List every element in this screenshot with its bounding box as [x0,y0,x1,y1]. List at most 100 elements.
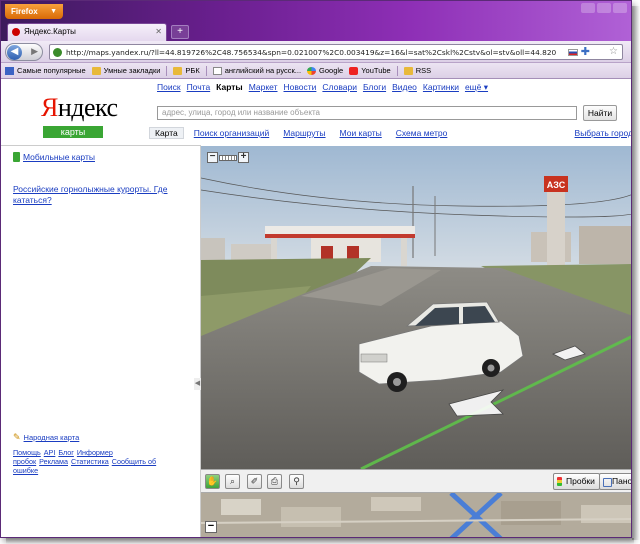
bookmark-label: Самые популярные [17,66,86,75]
people-map: ✎ Народная карта [13,432,79,443]
people-map-link[interactable]: Народная карта [24,433,80,442]
yandex-logo[interactable]: Яндекс [41,93,118,123]
forward-button[interactable]: ▶ [31,46,38,57]
footer-ads[interactable]: Реклама [39,457,68,466]
nav-search[interactable]: Поиск [157,82,181,93]
bookmark-rbc[interactable]: РБК [173,66,200,75]
browser-window: Firefox ▼ Яндекс.Карты ✕ + ◀ ▶ http://ma… [0,0,632,538]
street-panorama[interactable]: АЗС − + [201,146,631,469]
services-nav: Поиск Почта Карты Маркет Новости Словари… [157,82,488,93]
hand-icon[interactable]: ✋ [205,474,220,489]
bookmark-label: английский на русск... [224,66,302,75]
promo-link[interactable]: Российские горнолыжные курорты. Где ката… [13,184,189,206]
browser-tab[interactable]: Яндекс.Карты ✕ [7,23,167,41]
mobile-maps-link[interactable]: Мобильные карты [23,152,95,162]
bookmark-google[interactable]: Google [307,66,343,75]
page-shadow-bottom [6,538,634,544]
firefox-menu-button[interactable]: Firefox ▼ [5,4,63,19]
bookmark-separator [396,65,398,76]
footer-links: Помощь API Блог Информер пробок Реклама Стати… [13,448,183,475]
youtube-icon [349,66,359,75]
nav-dictionaries[interactable]: Словари [322,82,357,93]
tab-routes[interactable]: Маршруты [283,128,325,138]
site-identity-icon[interactable] [53,48,62,57]
left-panel: Мобильные карты Российские горнолыжные к… [1,145,201,537]
bookmark-smart[interactable]: Умные закладки [91,66,161,75]
bookmark-separator [166,65,168,76]
minimap-image [201,493,631,537]
footer-informer[interactable]: Информер [77,448,113,457]
language-flag-icon[interactable] [568,49,578,56]
nav-market[interactable]: Маркет [249,82,278,93]
tab-metro[interactable]: Схема метро [396,128,448,138]
panorama-button[interactable]: Пано [599,473,631,490]
bookmarks-bar: Самые популярные Умные закладки РБК англ… [1,63,631,79]
minimize-button[interactable] [581,3,595,13]
nav-mail[interactable]: Почта [187,82,211,93]
bookmark-label: Умные закладки [103,66,161,75]
bookmark-label: RSS [415,66,432,75]
collapse-panel-arrow-icon[interactable]: ◀ [194,378,201,390]
maximize-button[interactable] [597,3,611,13]
bookmark-youtube[interactable]: YouTube [349,66,391,75]
logo-first-letter: Я [41,93,58,122]
new-tab-button[interactable]: + [171,25,189,39]
tab-org-search[interactable]: Поиск организаций [194,128,269,138]
footer-stats[interactable]: Статистика [71,457,109,466]
nav-images[interactable]: Картинки [423,82,459,93]
pencil-icon: ✎ [13,432,21,442]
back-forward-buttons: ◀ ▶ [5,43,43,61]
folder-icon [403,66,413,75]
close-window-button[interactable] [613,3,627,13]
choose-city-link[interactable]: Выбрать город [575,128,631,138]
pano-zoom-slider[interactable] [219,154,237,161]
most-visited-icon [5,66,14,75]
bookmark-separator [205,65,207,76]
title-bar: Firefox ▼ Яндекс.Карты ✕ + [1,1,631,41]
ruler-icon[interactable]: ✐ [247,474,262,489]
footer-help[interactable]: Помощь [13,448,41,457]
footer-blog[interactable]: Блог [58,448,74,457]
link-icon[interactable]: ⚲ [289,474,304,489]
search-button[interactable]: Найти [583,105,617,121]
tab-map-current[interactable]: Карта [149,127,184,139]
magnifier-icon[interactable]: ⌕ [225,474,240,489]
navigation-bar: ◀ ▶ http://maps.yandex.ru/?ll=44.819726%… [1,41,631,63]
bookmark-label: YouTube [361,66,391,75]
panorama-image: АЗС [201,146,631,469]
bookmark-star-icon[interactable]: ☆ [609,45,618,59]
mobile-maps: Мобильные карты [13,152,95,162]
minimap-zoom-out-button[interactable]: − [205,521,217,533]
nav-blogs[interactable]: Блоги [363,82,386,93]
page-icon [212,66,222,75]
satellite-minimap[interactable]: − [201,493,631,537]
tab-my-maps[interactable]: Мои карты [340,128,382,138]
bookmark-rss[interactable]: RSS [403,66,432,75]
search-input[interactable]: адрес, улица, город или название объекта [157,106,577,120]
folder-icon [91,66,101,75]
print-icon[interactable]: ⎙ [267,474,282,489]
footer-api[interactable]: API [44,448,56,457]
traffic-label: Пробки [566,476,595,486]
maps-subnav: Карта Поиск организаций Маршруты Мои кар… [149,127,631,139]
map-toolbar: ✋ ⌕ ✐ ⎙ ⚲ Пробки Пано [201,469,631,493]
traffic-button[interactable]: Пробки [553,473,600,490]
bookmark-label: Google [319,66,344,75]
footer-traffic[interactable]: пробок [13,457,36,466]
address-bar[interactable]: http://maps.yandex.ru/?ll=44.819726%2C48… [49,44,623,60]
nav-more[interactable]: ещё ▾ [465,82,488,93]
firefox-menu-label: Firefox [11,7,38,16]
back-button[interactable]: ◀ [7,45,22,60]
address-url[interactable]: http://maps.yandex.ru/?ll=44.819726%2C48… [66,46,556,59]
tab-title: Яндекс.Карты [24,27,76,36]
nav-news[interactable]: Новости [284,82,317,93]
service-badge[interactable]: карты [43,126,103,138]
tab-close-icon[interactable]: ✕ [155,24,162,40]
add-engine-icon[interactable]: ✚ [581,45,590,59]
pano-zoom-out-button[interactable]: − [207,152,218,163]
bookmark-english[interactable]: английский на русск... [212,66,302,75]
bookmark-most-visited[interactable]: Самые популярные [5,66,86,75]
window-controls [581,3,627,13]
nav-video[interactable]: Видео [392,82,417,93]
pano-zoom-in-button[interactable]: + [238,152,249,163]
